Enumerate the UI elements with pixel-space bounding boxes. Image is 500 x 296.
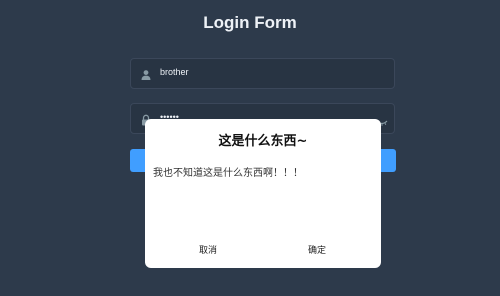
cancel-button[interactable]: 取消 — [178, 242, 238, 256]
login-page: Login Form brother •••••• 这是什么东西~ 我也不知道这… — [0, 0, 500, 296]
username-field[interactable]: brother — [130, 58, 395, 89]
page-title: Login Form — [203, 13, 297, 32]
confirm-button[interactable]: 确定 — [287, 242, 347, 256]
user-icon — [140, 68, 152, 80]
username-value: brother — [160, 67, 189, 77]
message-dialog: 这是什么东西~ 我也不知道这是什么东西啊！！！ 取消 确定 — [145, 119, 381, 268]
dialog-title: 这是什么东西~ — [218, 134, 308, 149]
dialog-message: 我也不知道这是什么东西啊！！！ — [153, 168, 303, 179]
